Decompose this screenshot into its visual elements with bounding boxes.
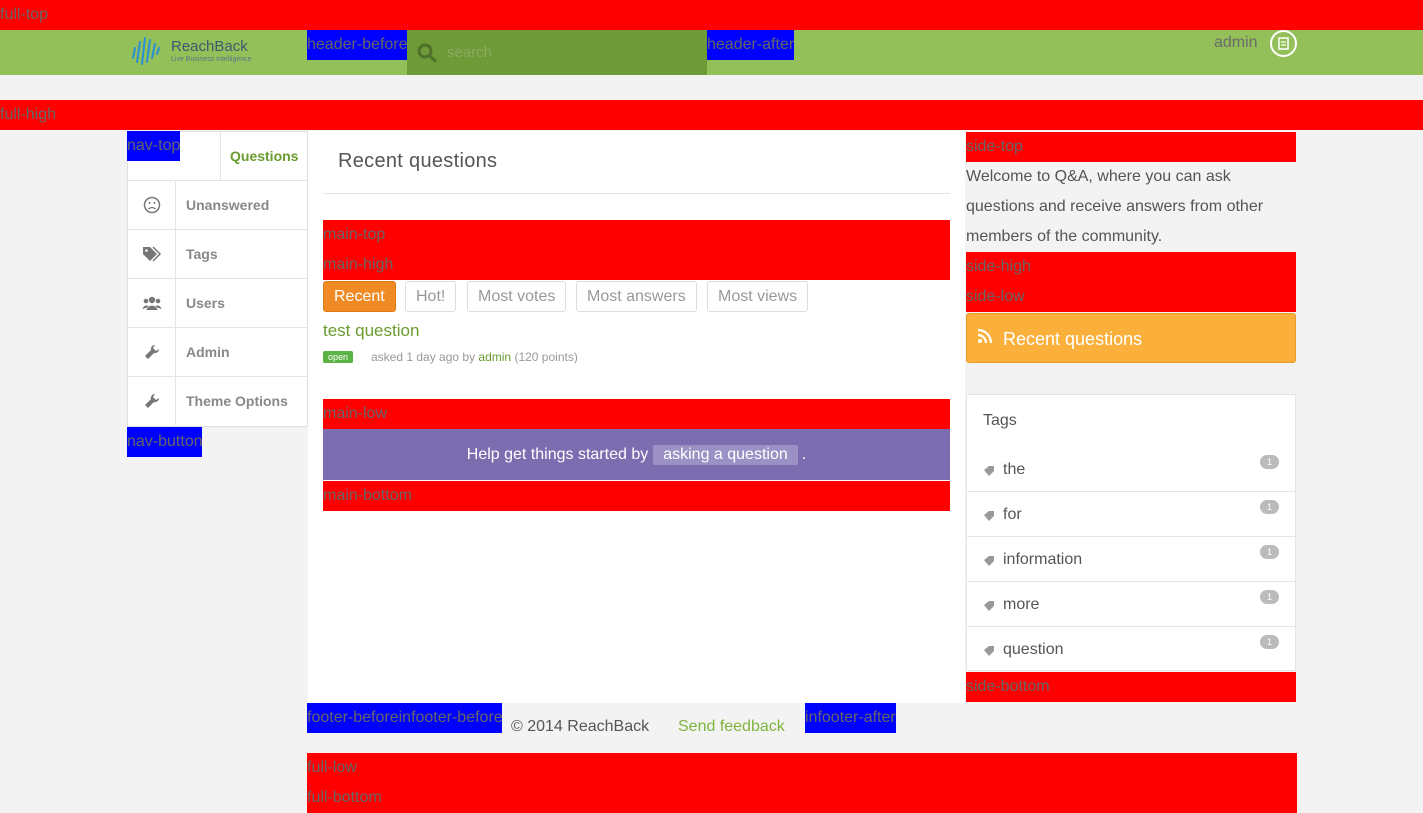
side-bottom-marker: side-bottom (966, 672, 1296, 702)
header-before-marker: header-before (307, 30, 407, 60)
nav-item-tags[interactable]: Tags (128, 230, 308, 279)
suggest-ask-banner: Help get things started by asking a ques… (323, 429, 950, 480)
nav-button-marker: nav-button (127, 427, 202, 457)
tags-icon (128, 230, 176, 278)
recent-questions-feed-button[interactable]: Recent questions (966, 313, 1296, 363)
tag-name[interactable]: question (1003, 641, 1064, 659)
nav-item-theme-options[interactable]: Theme Options (128, 377, 308, 426)
nav-item-users[interactable]: Users (128, 279, 308, 328)
full-high-marker: full-high (0, 100, 1423, 130)
tags-widget: Tags the 1 for 1 information 1 more 1 qu… (966, 394, 1296, 671)
tag-item[interactable]: for 1 (967, 492, 1295, 537)
full-bottom-marker: full-bottom (307, 783, 1297, 813)
search-box[interactable]: search (407, 30, 707, 75)
send-feedback-link[interactable]: Send feedback (678, 718, 785, 736)
tag-count: 1 (1259, 545, 1279, 559)
infooter-after-marker: infooter-after (805, 703, 896, 733)
question-title-link[interactable]: test question (323, 321, 419, 341)
author-points: (120 points) (514, 350, 578, 364)
main-top-marker: main-top (323, 220, 950, 250)
help-end: . (801, 445, 807, 463)
main-high-marker: main-high (323, 250, 950, 280)
tag-icon (983, 464, 995, 482)
users-icon (128, 279, 176, 327)
reachback-logo[interactable]: ReachBack Live Business Intelligence (131, 34, 271, 68)
svg-text:ReachBack: ReachBack (171, 38, 248, 55)
rss-icon (977, 328, 993, 349)
tag-icon (983, 644, 995, 662)
tags-heading: Tags (983, 412, 1017, 429)
tab-most-views[interactable]: Most views (707, 281, 809, 312)
footer-before-marker: footer-beforeinfooter-before (307, 703, 502, 733)
main-nav: Questions Unanswered Tags Users Admin Th… (127, 131, 308, 427)
nav-top-marker: nav-top (127, 131, 180, 161)
tag-name[interactable]: information (1003, 551, 1082, 569)
wrench-icon (128, 377, 176, 425)
tag-item[interactable]: more 1 (967, 582, 1295, 627)
side-low-marker: side-low (966, 282, 1296, 312)
nav-label: Questions (230, 148, 299, 164)
user-avatar-icon[interactable] (1270, 30, 1297, 57)
wrench-icon (128, 328, 176, 376)
search-input[interactable]: search (447, 44, 492, 61)
nav-label: Users (186, 295, 225, 311)
help-text: Help get things started by (466, 445, 649, 463)
tag-name[interactable]: the (1003, 461, 1025, 479)
asked-text: asked 1 day ago by (371, 350, 476, 364)
header-after-marker: header-after (707, 30, 794, 60)
tag-icon (983, 509, 995, 527)
tag-count: 1 (1259, 500, 1279, 514)
tab-recent[interactable]: Recent (323, 281, 396, 312)
tag-icon (983, 599, 995, 617)
nav-item-admin[interactable]: Admin (128, 328, 308, 377)
status-badge: open (323, 351, 354, 363)
feed-label: Recent questions (1003, 329, 1143, 349)
tab-hot[interactable]: Hot! (405, 281, 457, 312)
nav-label: Admin (186, 344, 230, 360)
nav-label: Tags (186, 246, 218, 262)
copyright-text: © 2014 ReachBack (511, 718, 650, 735)
side-high-marker: side-high (966, 252, 1296, 282)
main-low-marker: main-low (323, 399, 950, 429)
tab-most-votes[interactable]: Most votes (467, 281, 567, 312)
tag-item[interactable]: question 1 (967, 627, 1295, 672)
user-name[interactable]: admin (1214, 34, 1258, 60)
nav-item-unanswered[interactable]: Unanswered (128, 181, 308, 230)
ask-question-link[interactable]: asking a question (653, 444, 798, 465)
tag-name[interactable]: for (1003, 506, 1022, 524)
svg-text:Live Business Intelligence: Live Business Intelligence (171, 56, 252, 63)
title-divider (323, 193, 950, 194)
author-link[interactable]: admin (478, 350, 511, 364)
tag-count: 1 (1259, 590, 1279, 604)
full-low-marker: full-low (307, 753, 1297, 783)
full-top-marker: full-top (0, 0, 1423, 30)
sidebar-welcome: Welcome to Q&A, where you can ask questi… (966, 162, 1296, 252)
tag-item[interactable]: information 1 (967, 537, 1295, 582)
tag-icon (983, 554, 995, 572)
tag-count: 1 (1259, 635, 1279, 649)
side-top-marker: side-top (966, 132, 1296, 162)
search-icon[interactable] (417, 43, 437, 68)
nav-label: Unanswered (186, 197, 270, 213)
page-title: Recent questions (338, 150, 498, 172)
tag-count: 1 (1259, 455, 1279, 469)
question-meta: asked 1 day ago by admin (120 points) (371, 350, 578, 364)
main-bottom-marker: main-bottom (323, 481, 950, 511)
tag-item[interactable]: the 1 (967, 447, 1295, 492)
nav-label: Theme Options (186, 393, 288, 409)
sad-face-icon (128, 181, 176, 229)
tag-name[interactable]: more (1003, 596, 1039, 614)
tab-most-answers[interactable]: Most answers (576, 281, 697, 312)
